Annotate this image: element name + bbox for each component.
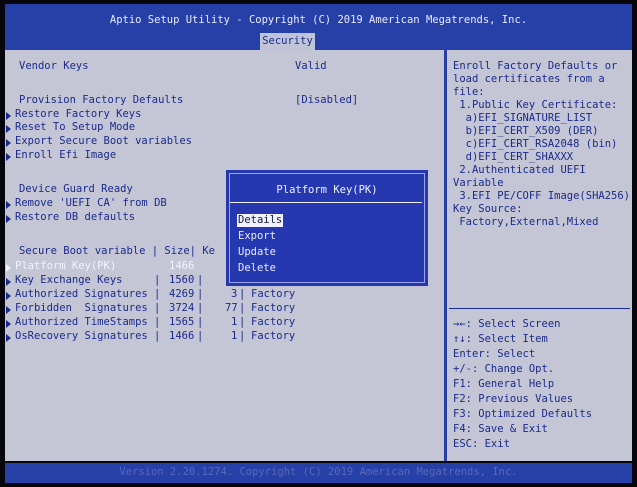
sb-var-name: OsRecovery Signatures: [15, 330, 148, 342]
tab-security[interactable]: Security: [260, 33, 315, 50]
col-sep: |: [154, 316, 167, 328]
col-sep: |: [239, 330, 246, 342]
sb-var-name: Forbidden Signatures: [15, 302, 148, 314]
bios-screen: Aptio Setup Utility - Copyright (C) 2019…: [0, 0, 637, 487]
help-line: 3.EFI PE/COFF Image(SHA256): [453, 190, 631, 202]
col-sep: |: [197, 288, 204, 300]
help-separator: [449, 308, 630, 309]
col-sep: |: [239, 288, 246, 300]
device-guard-label: Device Guard Ready: [19, 183, 133, 195]
sb-var-source: Factory: [251, 330, 296, 342]
sb-var-name: Authorized TimeStamps: [15, 316, 148, 328]
submenu-arrow-icon: [6, 320, 11, 328]
key-hint: ESC: Exit: [453, 438, 510, 450]
submenu-arrow-icon: [6, 215, 11, 223]
enroll-efi-image[interactable]: Enroll Efi Image: [15, 149, 116, 162]
restore-factory-keys[interactable]: Restore Factory Keys: [15, 108, 141, 121]
key-hint: Enter: Select: [453, 348, 536, 360]
sb-var-size: 3724: [169, 302, 195, 314]
sb-var-source: Factory: [251, 316, 296, 328]
submenu-arrow-icon: [6, 306, 11, 314]
help-line: file:: [453, 86, 485, 98]
help-line: b)EFI_CERT_X509 (DER): [453, 125, 599, 137]
submenu-arrow-icon: [6, 264, 11, 272]
key-hint: →←: Select Screen: [453, 318, 561, 330]
sb-var-size: 1466: [169, 330, 195, 342]
submenu-arrow-icon: [6, 112, 11, 120]
popup-title: Platform Key(PK): [276, 184, 378, 196]
col-sep: |: [239, 316, 246, 328]
popup-option-delete[interactable]: Delete: [238, 262, 276, 275]
submenu-arrow-icon: [6, 125, 11, 133]
version-text: Version 2.20.1274. Copyright (C) 2019 Am…: [119, 466, 518, 478]
submenu-arrow-icon: [6, 201, 11, 209]
key-hint: F2: Previous Values: [453, 393, 574, 405]
title-bar: Aptio Setup Utility - Copyright (C) 2019…: [5, 4, 632, 50]
help-line: load certificates from a: [453, 73, 605, 85]
key-hint: +/-: Change Opt.: [453, 363, 555, 375]
key-hint: F1: General Help: [453, 378, 555, 390]
remove-uefi-ca[interactable]: Remove 'UEFI CA' from DB: [15, 197, 167, 210]
panel-divider: [444, 50, 447, 461]
popup-option-export[interactable]: Export: [238, 230, 276, 243]
help-line: c)EFI_CERT_RSA2048 (bin): [453, 138, 618, 150]
help-line: 2.Authenticated UEFI: [453, 164, 586, 176]
sb-var-count: 77: [225, 302, 238, 314]
col-sep: |: [154, 288, 167, 300]
popup-title-divider: [230, 202, 422, 203]
help-line: Enroll Factory Defaults or: [453, 60, 618, 72]
help-line: d)EFI_CERT_SHAXXX: [453, 151, 574, 163]
col-sep: |: [197, 274, 204, 286]
sb-var-size: 1565: [169, 316, 195, 328]
export-secure-boot-variables[interactable]: Export Secure Boot variables: [15, 135, 192, 148]
sb-var-name: Key Exchange Keys: [15, 274, 123, 286]
key-hint: F4: Save & Exit: [453, 423, 548, 435]
help-line: Key Source:: [453, 203, 523, 215]
submenu-arrow-icon: [6, 278, 11, 286]
key-hint: F3: Optimized Defaults: [453, 408, 593, 420]
sb-var-source: Factory: [251, 288, 296, 300]
provision-defaults-label[interactable]: Provision Factory Defaults: [19, 94, 183, 107]
col-sep: |: [154, 330, 167, 342]
sb-var-count: 1: [231, 330, 238, 342]
footer-bar: Version 2.20.1274. Copyright (C) 2019 Am…: [5, 463, 632, 483]
help-line: 1.Public Key Certificate:: [453, 99, 618, 111]
col-sep: |: [197, 302, 204, 314]
help-line: Variable: [453, 177, 504, 189]
sb-var-size: 1560: [169, 274, 195, 286]
col-sep: |: [239, 302, 246, 314]
vendor-keys-label: Vendor Keys: [19, 60, 89, 72]
sb-var-name: Platform Key(PK): [15, 260, 117, 272]
vendor-keys-value: Valid: [295, 60, 327, 72]
submenu-arrow-icon: [6, 153, 11, 161]
popup-option-update[interactable]: Update: [238, 246, 276, 259]
submenu-arrow-icon: [6, 292, 11, 300]
submenu-arrow-icon: [6, 334, 11, 342]
key-hint: ↑↓: Select Item: [453, 333, 548, 345]
col-sep: |: [197, 316, 204, 328]
popup-option-details[interactable]: Details: [237, 214, 284, 227]
restore-db-defaults[interactable]: Restore DB defaults: [15, 211, 135, 224]
help-line: a)EFI_SIGNATURE_LIST: [453, 112, 593, 124]
platform-key-popup: Platform Key(PK) Details Export Update D…: [226, 170, 428, 286]
sb-var-size: 4269: [169, 288, 195, 300]
help-line: Factory,External,Mixed: [453, 216, 599, 228]
sb-var-source: Factory: [251, 302, 296, 314]
sb-table-header: Secure Boot variable | Size| Ke: [19, 245, 215, 257]
sb-var-size: 1466: [169, 260, 195, 272]
app-title: Aptio Setup Utility - Copyright (C) 2019…: [109, 14, 528, 26]
submenu-arrow-icon: [6, 139, 11, 147]
provision-defaults-value[interactable]: [Disabled]: [295, 94, 358, 107]
col-sep: |: [197, 330, 204, 342]
reset-to-setup-mode[interactable]: Reset To Setup Mode: [15, 121, 135, 134]
col-sep: |: [154, 274, 167, 286]
sb-var-name: Authorized Signatures: [15, 288, 148, 300]
sb-var-count: 3: [231, 288, 238, 300]
sb-var-count: 1: [231, 316, 238, 328]
col-sep: |: [154, 302, 167, 314]
